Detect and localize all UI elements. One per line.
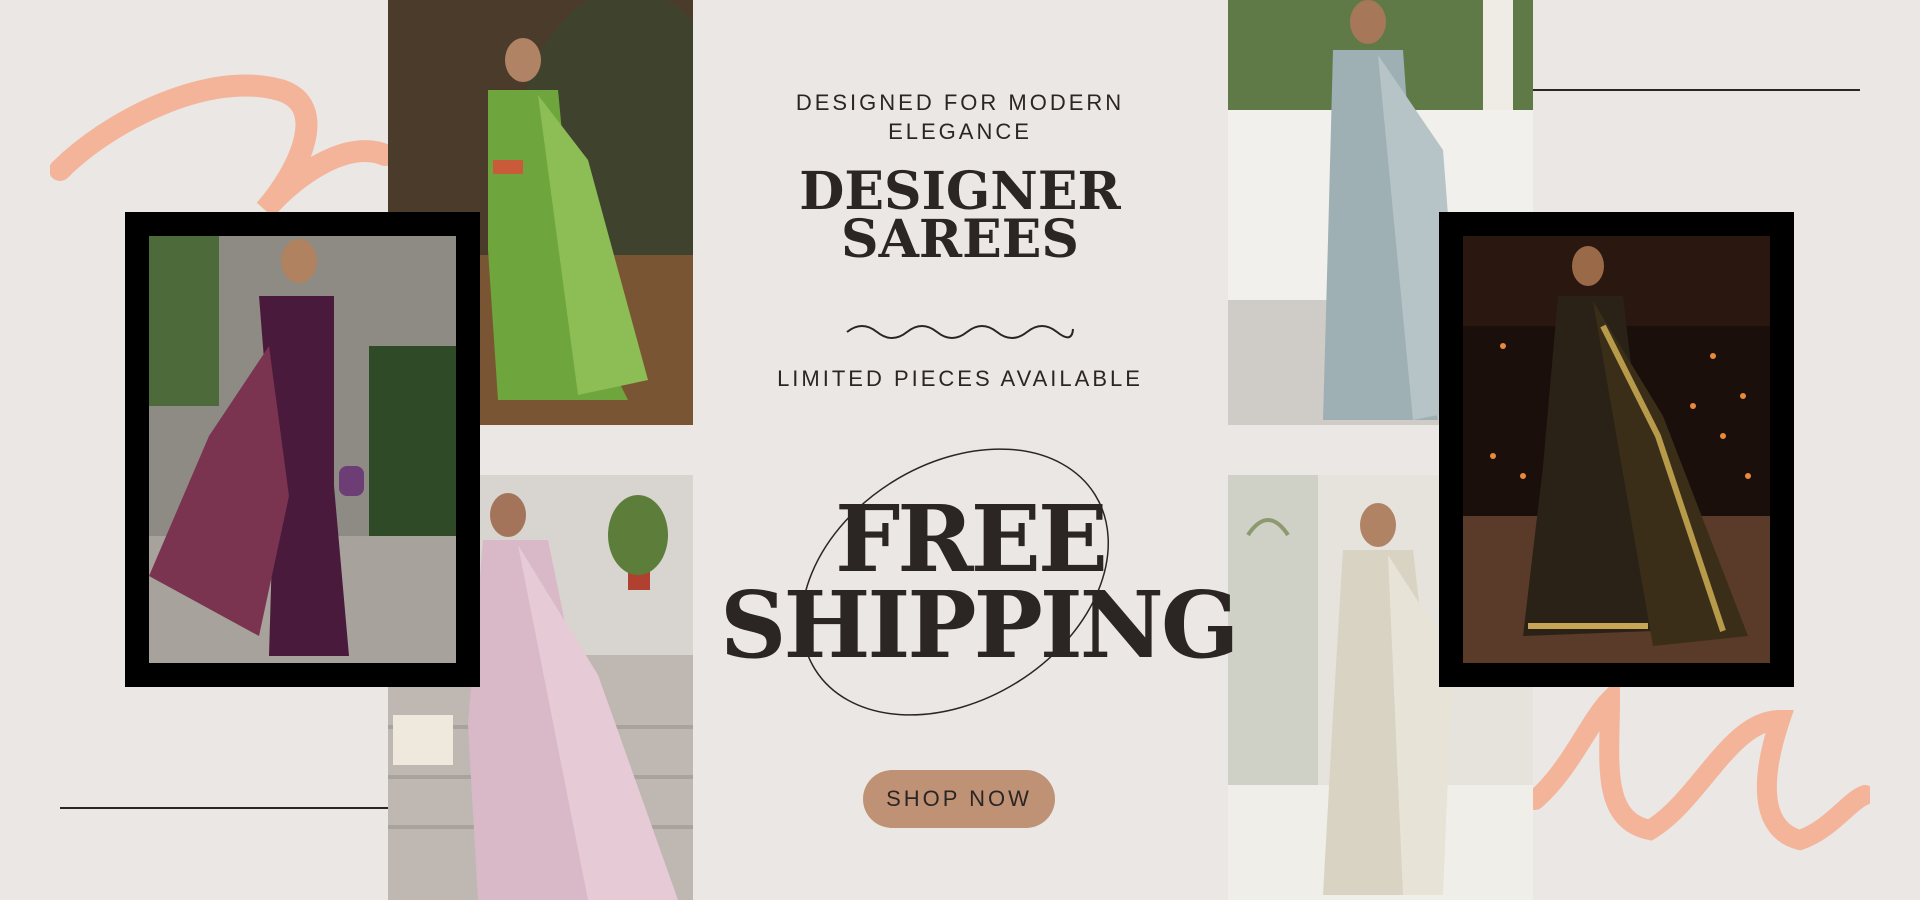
peach-brush-stroke-bottom-right [1530,680,1870,851]
tagline: DESIGNED FOR MODERN ELEGANCE [795,90,1125,144]
limited-pieces-text: LIMITED PIECES AVAILABLE [777,366,1143,391]
wavy-divider [846,325,1074,339]
black-gold-saree-photo [1463,236,1770,663]
promo-line-2: SHIPPING [720,571,1239,679]
free-shipping-heading: FREE SHIPPING [720,485,1239,679]
page-title: DESIGNER SAREES [760,166,1160,270]
title-line-2: SAREES [841,209,1079,270]
black-gold-saree-framed-photo [1439,212,1794,687]
purple-saree-framed-photo [125,212,480,687]
shop-now-button[interactable]: SHOP NOW [863,770,1055,828]
purple-saree-photo [149,236,456,663]
promo-line-1: FREE [834,485,1108,593]
peach-brush-stroke-top-left [50,74,390,218]
